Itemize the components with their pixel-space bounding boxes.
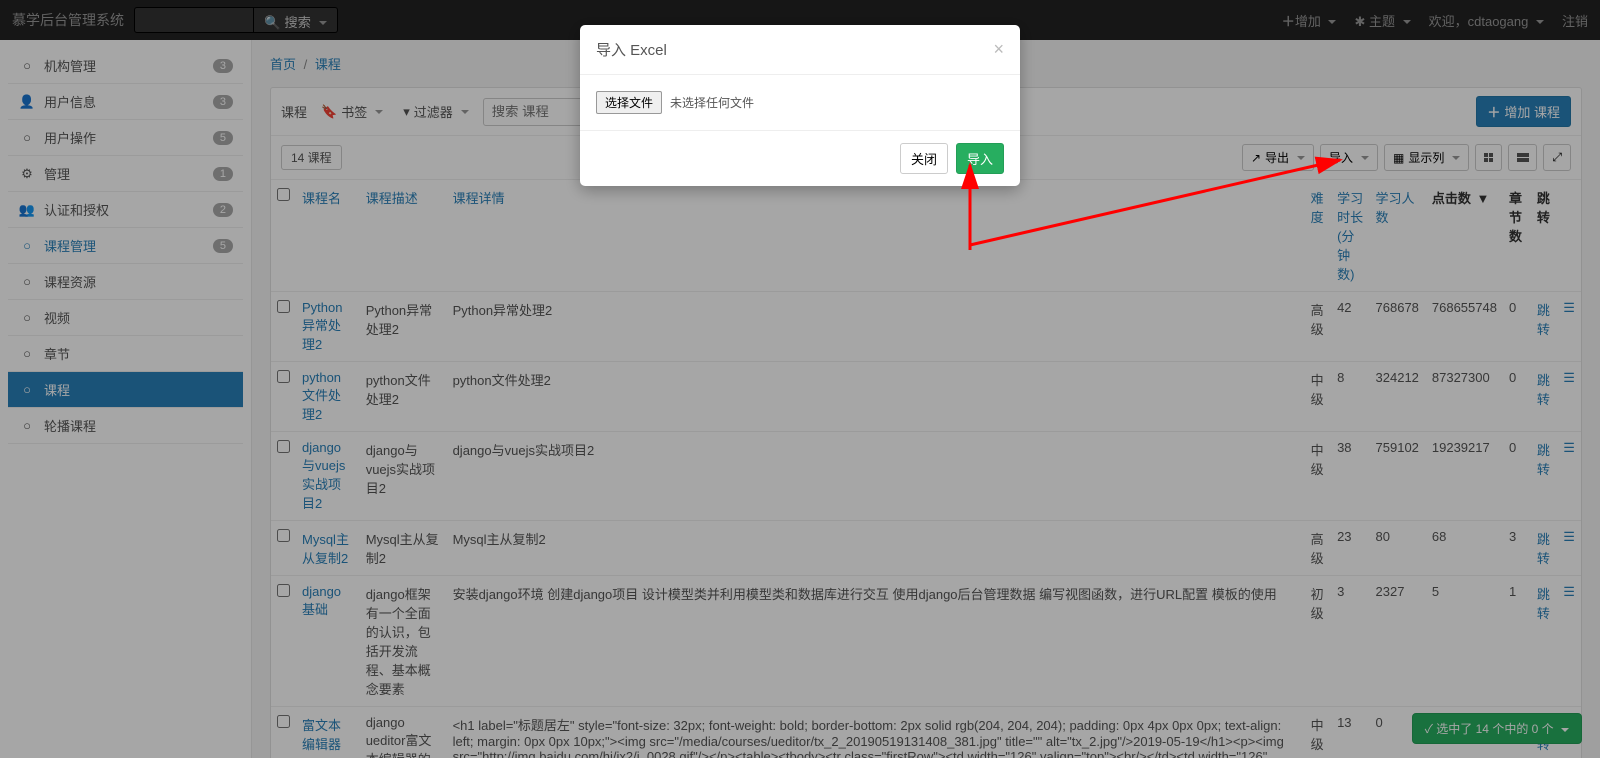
file-status-text: 未选择任何文件 — [670, 94, 754, 111]
choose-file-button[interactable]: 选择文件 — [596, 91, 662, 114]
modal-close-button[interactable]: × — [993, 39, 1004, 60]
modal-import-button[interactable]: 导入 — [956, 143, 1004, 174]
modal-close-footer-button[interactable]: 关闭 — [900, 143, 948, 174]
import-excel-modal: 导入 Excel × 选择文件 未选择任何文件 关闭 导入 — [580, 25, 1020, 186]
modal-title: 导入 Excel — [596, 39, 667, 60]
